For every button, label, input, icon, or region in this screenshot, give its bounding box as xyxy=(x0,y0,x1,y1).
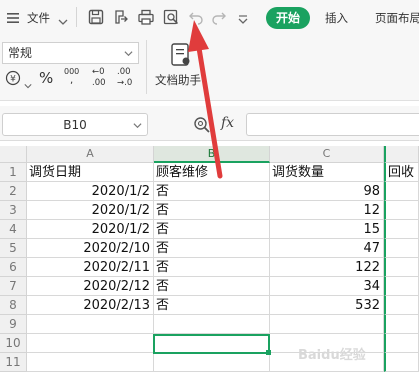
red-arrow-annotation xyxy=(188,20,223,179)
watermark: Baidu经验 xyxy=(298,348,366,363)
